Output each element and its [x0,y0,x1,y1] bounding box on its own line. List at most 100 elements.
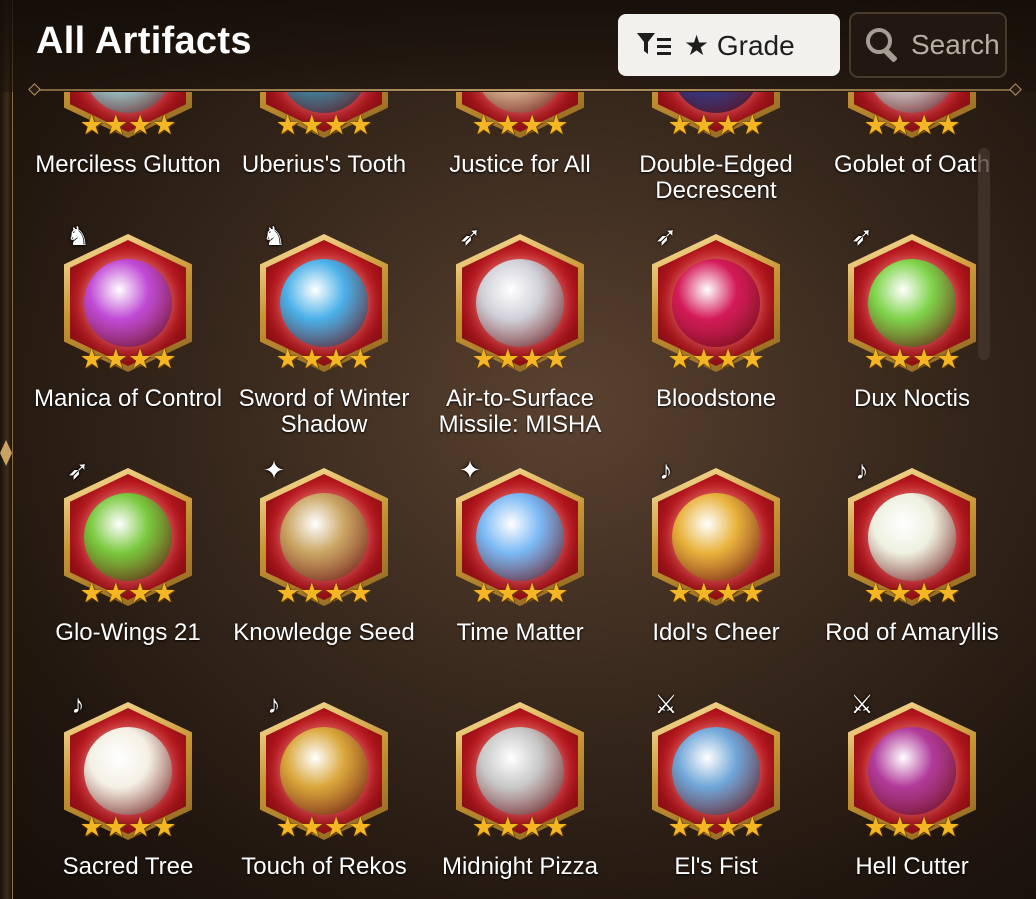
artifact-card[interactable]: ➶ ★★★★ Glo-Wings 21 [20,448,216,682]
star-rating: ★★★★ [76,578,180,608]
artifact-card[interactable]: ★★★★ Uberius's Tooth [216,92,412,214]
artifact-name: Knowledge Seed [233,619,415,646]
artifact-name: Rod of Amaryllis [825,619,999,646]
class-icon: ➶ [851,221,873,251]
search-icon [866,28,897,62]
star-rating: ★★★★ [860,814,964,841]
star-rating: ★★★★ [76,110,180,140]
star-rating: ★★★★ [468,812,572,842]
artifact-name: Double-Edged Decrescent [639,151,793,204]
star-icons: ★★★★ [471,578,569,608]
artifact-card[interactable]: ✦ ★★★★ Time Matter [412,448,608,682]
search-button[interactable]: Search [849,12,1007,78]
class-icon: ♪ [71,689,85,719]
artifact-image [672,493,760,581]
artifact-name: Dux Noctis [853,385,971,412]
class-icon: ♪ [659,455,673,485]
artifact-name: Hell Cutter [855,853,969,880]
star-icons: ★★★★ [275,812,373,842]
artifact-name: Justice for All [449,151,591,178]
artifact-card[interactable]: ♞ ★★★★ Manica of Control [20,214,222,448]
artifact-name: Bloodstone [655,385,777,412]
artifact-card[interactable]: ➶ ★★★★ Air-to-Surface Missile: MISHA [412,214,608,448]
star-rating: ★★★★ [664,578,768,608]
star-icons: ★★★★ [275,578,373,608]
star-icons: ★★★★ [79,110,177,140]
page-title: All Artifacts [36,20,252,62]
artifact-card[interactable]: ★★★★ Midnight Pizza [412,682,608,899]
artifact-card[interactable]: ♪ ★★★★ Rod of Amaryllis [804,448,1000,682]
star-rating: ★★★★ [76,344,180,374]
class-icon: ♞ [262,221,286,251]
grade-sort-label: ★ Grade [684,29,795,61]
class-icon: ✦ [263,455,285,485]
artifact-name: Manica of Control [33,385,223,412]
class-icon: ♪ [267,689,281,719]
star-icons: ★★★★ [863,344,961,374]
star-icons: ★★★★ [667,344,765,374]
artifact-card[interactable]: ♪ ★★★★ Sacred Tree [20,682,216,899]
star-icons: ★★★★ [667,578,765,608]
artifact-card[interactable]: ★★★★ Justice for All [412,92,608,214]
artifact-grid-viewport[interactable]: ★★★★ Merciless Glutton ★★★★ Uberius's Tooth… [20,92,1010,899]
class-icon: ➶ [459,221,481,251]
star-icons: ★★★★ [471,812,569,842]
star-rating: ★★★★ [76,812,180,842]
star-rating: ★★★★ [272,110,376,140]
star-rating: ★★★★ [468,344,572,374]
star-icons: ★★★★ [79,812,177,842]
star-rating: ★★★★ [272,346,376,373]
artifact-name: Midnight Pizza [441,853,599,880]
artifact-image [476,493,564,581]
star-rating: ★★★★ [664,812,768,842]
artifact-card[interactable]: ➶ ★★★★ Bloodstone [608,214,804,448]
star-rating: ★★★★ [860,344,964,374]
class-icon [452,686,488,722]
artifact-card[interactable]: ➶ ★★★★ Dux Noctis [804,214,1000,448]
artifact-card[interactable]: ★★★★ Double-Edged Decrescent [608,92,804,214]
artifact-name: Touch of Rekos [241,853,407,880]
artifact-card[interactable]: ★★★★ Goblet of Oath [804,92,1000,214]
artifact-name: Merciless Glutton [35,151,221,178]
star-icons: ★★★★ [471,344,569,374]
artifact-name: Uberius's Tooth [241,151,407,178]
grade-sort-button[interactable]: ★ Grade [618,14,840,76]
artifact-image [280,727,368,815]
artifact-name: Air-to-Surface Missile: MISHA [438,385,602,438]
header-divider [34,89,1016,91]
artifact-card[interactable]: ♪ ★★★★ Touch of Rekos [216,682,412,899]
star-icons: ★★★★ [79,344,177,374]
scrollbar-thumb[interactable] [978,148,990,360]
frame-gem-ornament [0,440,12,466]
artifact-name: Idol's Cheer [652,619,780,646]
class-icon: ➶ [67,455,89,485]
class-icon: ♪ [855,455,869,485]
star-icons: ★★★★ [275,110,373,140]
star-rating: ★★★★ [272,812,376,842]
star-rating: ★★★★ [468,578,572,608]
star-icons: ★★★★ [79,578,177,608]
artifact-card[interactable]: ✦ ★★★★ Knowledge Seed [216,448,414,682]
star-icons: ★★★★ [667,812,765,842]
star-rating: ★★★★ [272,578,376,608]
artifact-card[interactable]: ♪ ★★★★ Idol's Cheer [608,448,804,682]
artifact-image [84,259,172,347]
artifact-image [868,727,956,815]
artifact-name: Time Matter [456,619,584,646]
artifact-card[interactable]: ★★★★ Merciless Glutton [20,92,221,214]
class-icon: ♞ [66,221,90,251]
class-icon: ➶ [655,221,677,251]
star-icons: ★★★★ [471,110,569,140]
artifact-card[interactable]: ⚔ ★★★★ Hell Cutter [804,682,1000,899]
star-rating: ★★★★ [664,110,768,140]
artifact-card[interactable]: ♞ ★★★★ Sword of Winter Shadow [216,214,412,448]
artifact-name: Sacred Tree [62,853,194,880]
star-rating: ★★★★ [664,344,768,374]
artifact-name: El's Fist [674,853,758,880]
star-icons: ★★★★ [863,110,961,140]
artifact-name: Glo-Wings 21 [55,619,201,646]
class-icon: ✦ [459,455,481,485]
star-icons: ★★★★ [667,110,765,140]
artifact-card[interactable]: ⚔ ★★★★ El's Fist [608,682,804,899]
artifact-image [84,493,172,581]
